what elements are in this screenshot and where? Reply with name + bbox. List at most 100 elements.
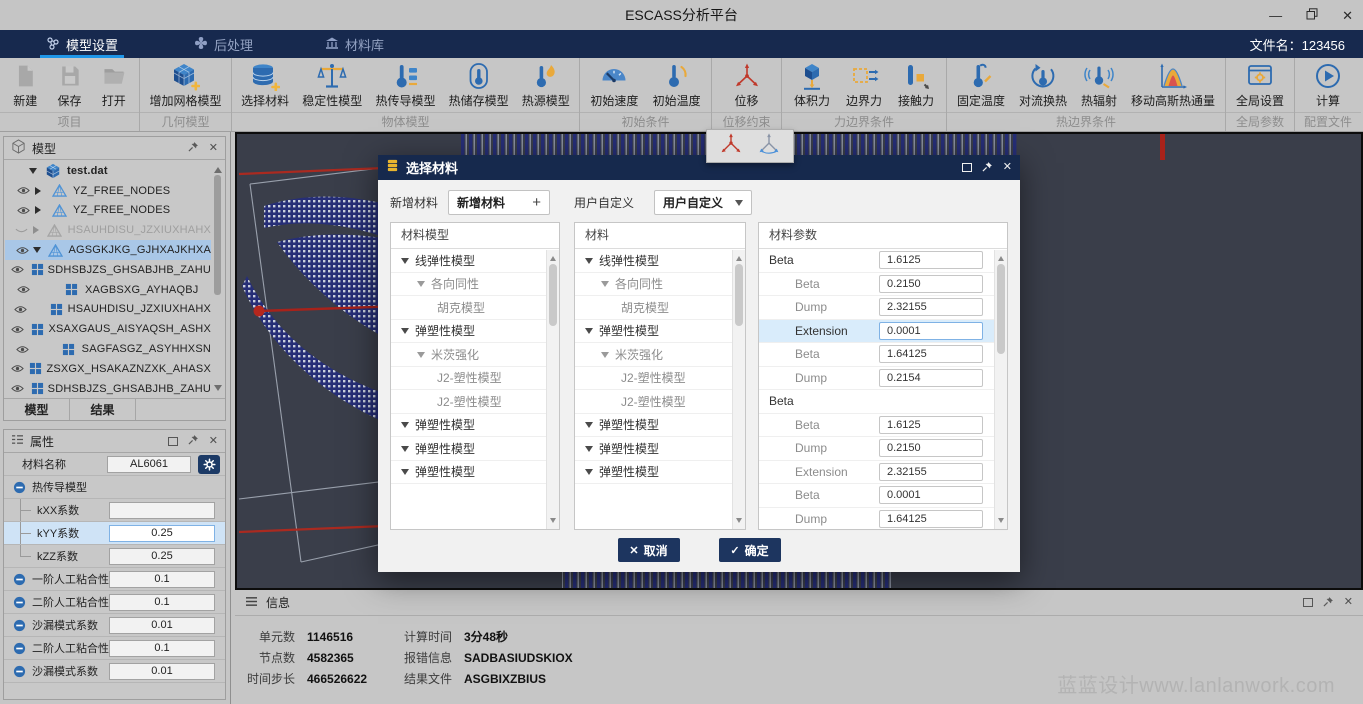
ok-button[interactable]: ✓ 确定	[719, 538, 781, 562]
stability-model-button[interactable]: 稳定性模型	[298, 60, 366, 110]
list-item[interactable]: 各向同性	[391, 273, 559, 297]
eye-open-icon[interactable]	[11, 345, 34, 354]
collapse-minus-icon[interactable]	[13, 596, 26, 609]
close-icon[interactable]: ✕	[1003, 162, 1012, 173]
new-material-input[interactable]: 新增材料 +	[448, 190, 550, 215]
restore-icon[interactable]	[1306, 8, 1318, 22]
scroll-up-icon[interactable]	[214, 163, 222, 173]
initial-temperature-button[interactable]: 初始温度	[649, 60, 705, 110]
tree-item-selected[interactable]: AGSGKJKG_GJHXAJKHXA	[5, 240, 211, 260]
property-input[interactable]: 0.25	[109, 548, 215, 565]
tree-item[interactable]: YZ_FREE_NODES	[5, 201, 211, 221]
param-row[interactable]: Dump0.2154	[759, 367, 1007, 391]
param-row[interactable]: Beta1.6125	[759, 414, 1007, 438]
param-input[interactable]: 1.64125	[879, 345, 983, 363]
tree-item[interactable]: SDHSBJZS_GHSABJHB_ZAHU	[5, 260, 211, 280]
maximize-icon[interactable]	[1303, 598, 1313, 607]
heat-conduction-model-button[interactable]: 热传导模型	[371, 60, 439, 110]
list-item[interactable]: J2-塑性模型	[391, 390, 559, 414]
property-input[interactable]: 0.1	[109, 640, 215, 657]
displacement-axes-gray-icon[interactable]	[756, 132, 782, 161]
list-item[interactable]: 弹塑性模型	[575, 461, 745, 485]
param-group-row[interactable]: Beta	[759, 390, 1007, 414]
param-row[interactable]: Dump2.32155	[759, 296, 1007, 320]
property-row[interactable]: 沙漏模式系数 0.01	[4, 614, 225, 637]
eye-open-icon[interactable]	[11, 265, 24, 274]
eye-open-icon[interactable]	[11, 246, 33, 255]
param-row-selected[interactable]: Extension0.0001	[759, 320, 1007, 344]
scroll-thumb[interactable]	[214, 175, 221, 295]
list-item[interactable]: 线弹性模型	[391, 249, 559, 273]
tab-model[interactable]: 模型	[4, 399, 70, 420]
param-input[interactable]: 2.32155	[879, 298, 983, 316]
param-input[interactable]: 0.2154	[879, 369, 983, 387]
displacement-axes-red-icon[interactable]	[718, 132, 744, 161]
eye-open-icon[interactable]	[11, 186, 35, 195]
param-input[interactable]: 1.64125	[879, 510, 983, 528]
convection-button[interactable]: 对流换热	[1015, 60, 1071, 110]
list-item[interactable]: 胡克模型	[575, 296, 745, 320]
property-input[interactable]: 0.1	[109, 594, 215, 611]
list-scrollbar[interactable]	[546, 250, 559, 529]
cancel-button[interactable]: ✕ 取消	[618, 538, 680, 562]
eye-open-icon[interactable]	[11, 384, 24, 393]
maximize-icon[interactable]	[962, 163, 972, 172]
eye-open-icon[interactable]	[11, 206, 35, 215]
radiation-button[interactable]: 热辐射	[1077, 60, 1121, 110]
global-settings-button[interactable]: 全局设置	[1232, 60, 1288, 110]
select-material-button[interactable]: 选择材料	[237, 60, 293, 110]
param-row[interactable]: Beta0.2150	[759, 273, 1007, 297]
close-icon[interactable]: ✕	[1342, 9, 1353, 22]
pin-icon[interactable]	[982, 161, 993, 175]
collapse-minus-icon[interactable]	[13, 642, 26, 655]
property-group-heat-conduction[interactable]: 热传导模型	[4, 476, 225, 499]
user-defined-select[interactable]: 用户自定义	[654, 190, 752, 215]
scroll-down-icon[interactable]	[214, 385, 222, 395]
list-item[interactable]: J2-塑性模型	[391, 367, 559, 391]
compute-button[interactable]: 计算	[1309, 60, 1347, 110]
heat-storage-model-button[interactable]: 热储存模型	[445, 60, 513, 110]
pin-icon[interactable]	[1323, 596, 1334, 610]
param-row[interactable]: Extension2.32155	[759, 461, 1007, 485]
list-item[interactable]: 线弹性模型	[575, 249, 745, 273]
close-icon[interactable]: ✕	[1344, 597, 1353, 608]
tab-model-settings[interactable]: 模型设置	[34, 30, 130, 58]
param-input[interactable]: 0.0001	[879, 486, 983, 504]
param-input[interactable]: 2.32155	[879, 463, 983, 481]
tree-item[interactable]: XSAXGAUS_AISYAQSH_ASHX	[5, 319, 211, 339]
param-row[interactable]: Dump0.2150	[759, 437, 1007, 461]
param-input[interactable]: 1.6125	[879, 416, 983, 434]
minimize-icon[interactable]: —	[1269, 9, 1282, 22]
param-row[interactable]: Dump1.64125	[759, 508, 1007, 532]
eye-closed-icon[interactable]	[11, 226, 33, 235]
property-row[interactable]: kXX系数	[4, 499, 225, 522]
add-mesh-model-button[interactable]: 增加网格模型	[145, 60, 225, 110]
close-icon[interactable]: ✕	[209, 436, 218, 447]
caret-right-icon[interactable]	[33, 226, 46, 234]
list-item[interactable]: 弹塑性模型	[391, 414, 559, 438]
list-scrollbar[interactable]	[994, 250, 1007, 529]
list-item[interactable]: 弹塑性模型	[575, 437, 745, 461]
param-row[interactable]: Beta1.64125	[759, 343, 1007, 367]
body-force-button[interactable]: 体积力	[790, 60, 834, 110]
list-item[interactable]: J2-塑性模型	[575, 390, 745, 414]
add-material-icon[interactable]: +	[532, 194, 541, 211]
property-input[interactable]	[109, 502, 215, 519]
dialog-titlebar[interactable]: 选择材料 ✕	[378, 155, 1020, 180]
gaussian-heat-flux-button[interactable]: 移动高斯热通量	[1127, 60, 1219, 110]
param-row[interactable]: Beta1.6125	[759, 249, 1007, 273]
collapse-minus-icon[interactable]	[13, 573, 26, 586]
list-item[interactable]: 弹塑性模型	[391, 320, 559, 344]
property-row-selected[interactable]: kYY系数 0.25	[4, 522, 225, 545]
material-name-input[interactable]: AL6061	[107, 456, 191, 473]
tree-item-root[interactable]: test.dat	[5, 161, 211, 181]
material-gear-button[interactable]	[198, 455, 220, 474]
param-row[interactable]: Beta0.0001	[759, 484, 1007, 508]
list-item[interactable]: 弹塑性模型	[575, 414, 745, 438]
list-item[interactable]: 弹塑性模型	[391, 461, 559, 485]
property-input[interactable]: 0.25	[109, 525, 215, 542]
close-icon[interactable]: ✕	[209, 143, 218, 154]
tree-item[interactable]: XAGBSXG_AYHAQBJ	[5, 280, 211, 300]
initial-velocity-button[interactable]: 初始速度	[586, 60, 642, 110]
list-item[interactable]: 各向同性	[575, 273, 745, 297]
